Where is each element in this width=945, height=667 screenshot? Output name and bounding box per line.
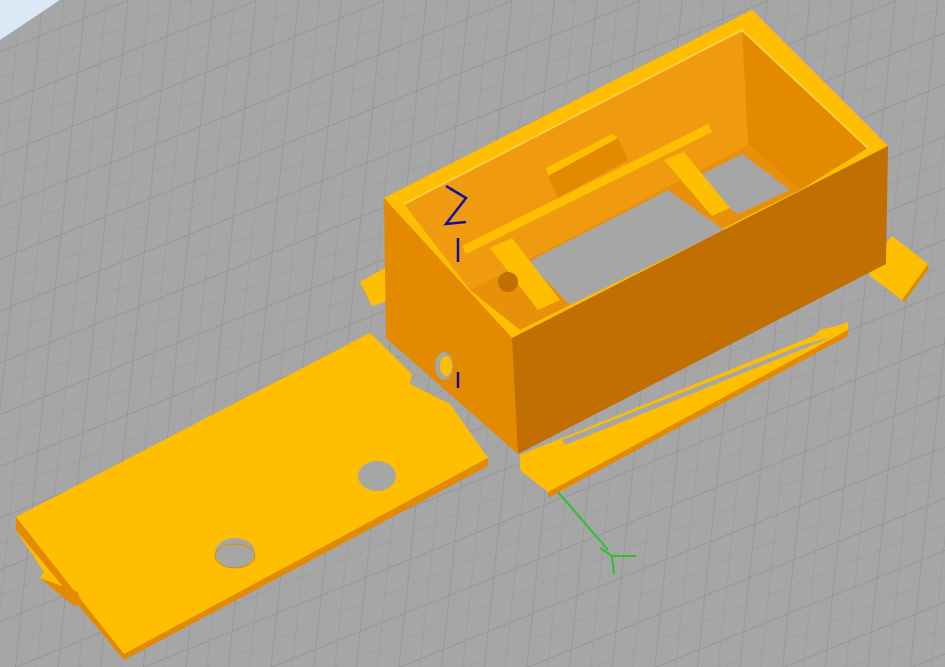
3d-viewport[interactable] xyxy=(0,0,945,667)
build-plate-canvas[interactable] xyxy=(0,0,945,667)
